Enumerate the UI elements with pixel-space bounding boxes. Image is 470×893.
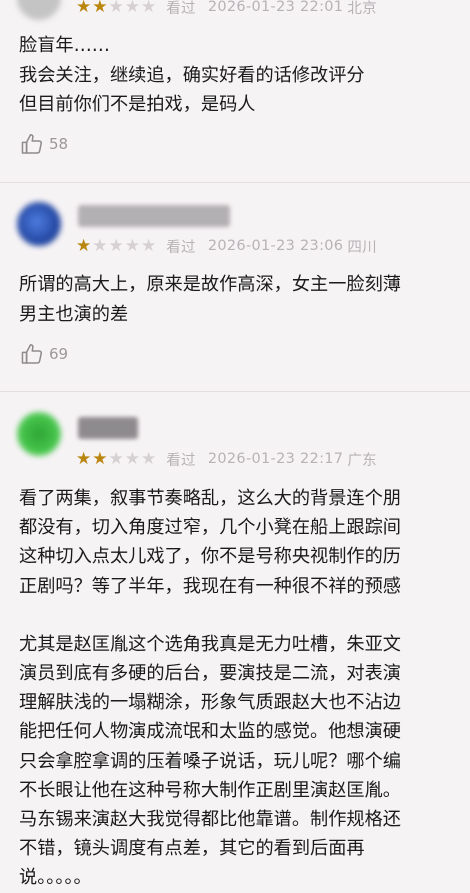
star-icon: ★	[124, 235, 140, 256]
review-line: 理解肤浅的一塌糊涂，形象气质跟赵大也不沾边	[19, 692, 401, 714]
review-line: 不长眼让他在这种号称大制作正剧里演赵匡胤。	[19, 779, 401, 801]
star-icon: ★	[141, 235, 157, 256]
review-card: ★ ★ ★ ★ ★ 看过 2026-01-23 22:17 广东 看了两集，叙事…	[0, 392, 470, 888]
star-icon: ★	[108, 0, 124, 17]
avatar[interactable]	[17, 0, 61, 20]
star-icon: ★	[92, 448, 108, 469]
like-button[interactable]: 69	[19, 340, 68, 368]
review-line: 但目前你们不是拍戏，是码人	[19, 94, 256, 115]
review-location: 四川	[347, 239, 377, 256]
watched-label: 看过	[166, 0, 196, 17]
review-line: 我会关注，继续追，确实好看的话修改评分	[19, 64, 365, 86]
review-location: 广东	[347, 452, 377, 469]
rating-stars: ★ ★ ★ ★ ★	[76, 0, 156, 16]
review-meta: ★ ★ ★ ★ ★ 看过 2026-01-23 23:06 四川	[76, 235, 377, 257]
star-icon: ★	[76, 0, 92, 17]
review-datetime: 2026-01-23 23:06	[207, 238, 344, 254]
thumbs-up-icon	[21, 344, 43, 364]
watched-label: 看过	[166, 452, 196, 469]
review-line: 只会拿腔拿调的压着嗓子说话，玩儿呢？哪个编	[19, 750, 401, 772]
review-text: 看了两集，叙事节奏略乱，这么大的背景连个朋 都没有，切入角度过窄，几个小凳在船上跟…	[19, 484, 470, 893]
review-line: 能把任何人物演成流氓和太监的感觉。他想演硬	[19, 721, 401, 743]
avatar[interactable]	[17, 412, 61, 456]
review-line: 尤其是赵匡胤这个选角我真是无力吐槽，朱亚文	[19, 633, 401, 655]
username[interactable]	[78, 417, 138, 439]
star-icon: ★	[141, 0, 157, 17]
star-icon: ★	[141, 448, 157, 469]
rating-stars: ★ ★ ★ ★ ★	[76, 235, 157, 256]
rating-stars: ★ ★ ★ ★ ★	[76, 448, 157, 469]
star-icon: ★	[108, 448, 124, 469]
like-button[interactable]: 58	[19, 130, 68, 158]
star-icon: ★	[124, 448, 140, 469]
review-text: 脸盲年…… 我会关注，继续追，确实好看的话修改评分 但目前你们不是拍戏，是码人	[19, 31, 470, 120]
review-line: 脸盲年……	[19, 35, 110, 56]
review-line: 不错，镜头调度有点差，其它的看到后面再	[19, 838, 365, 860]
review-line: 演员到底有多硬的后台，要演技是二流，对表演	[19, 663, 401, 685]
review-line: 这种切入点太儿戏了，你不是号称央视制作的历	[19, 546, 401, 568]
review-meta: ★ ★ ★ ★ ★ 看过 2026-01-23 22:01 北京	[76, 0, 377, 18]
avatar[interactable]	[17, 202, 61, 246]
star-icon: ★	[92, 0, 108, 17]
watched-label: 看过	[166, 239, 196, 256]
review-card: ★ ★ ★ ★ ★ 看过 2026-01-23 22:01 北京 脸盲年…… 我会…	[0, 0, 470, 183]
review-datetime: 2026-01-23 22:01	[207, 0, 344, 15]
star-icon: ★	[124, 0, 140, 17]
star-icon: ★	[108, 235, 124, 256]
star-icon: ★	[92, 235, 108, 256]
star-icon: ★	[76, 448, 92, 469]
review-card: ★ ★ ★ ★ ★ 看过 2026-01-23 23:06 四川 所谓的高大上，…	[0, 183, 470, 392]
star-icon: ★	[76, 235, 92, 256]
review-datetime: 2026-01-23 22:17	[207, 451, 344, 467]
review-location: 北京	[347, 0, 377, 17]
review-line: 所谓的高大上，原来是故作高深，女主一脸刻薄	[19, 274, 401, 295]
review-line: 看了两集，叙事节奏略乱，这么大的背景连个朋	[19, 488, 401, 509]
review-line: 正剧吗？等了半年，我现在有一种很不祥的预感	[19, 575, 401, 597]
review-line: 马东锡来演赵大我觉得都比他靠谱。制作规格还	[19, 809, 401, 831]
review-line	[19, 601, 470, 630]
review-line: 说。。。。。	[19, 867, 92, 889]
thumbs-up-icon	[21, 134, 43, 154]
review-line: 都没有，切入角度过窄，几个小凳在船上跟踪间	[19, 517, 401, 539]
review-line: 男主也演的差	[19, 303, 129, 325]
review-text: 所谓的高大上，原来是故作高深，女主一脸刻薄 男主也演的差	[19, 270, 470, 329]
username[interactable]	[78, 205, 230, 227]
like-count: 58	[49, 135, 69, 153]
like-count: 69	[49, 345, 69, 363]
review-meta: ★ ★ ★ ★ ★ 看过 2026-01-23 22:17 广东	[76, 448, 377, 470]
